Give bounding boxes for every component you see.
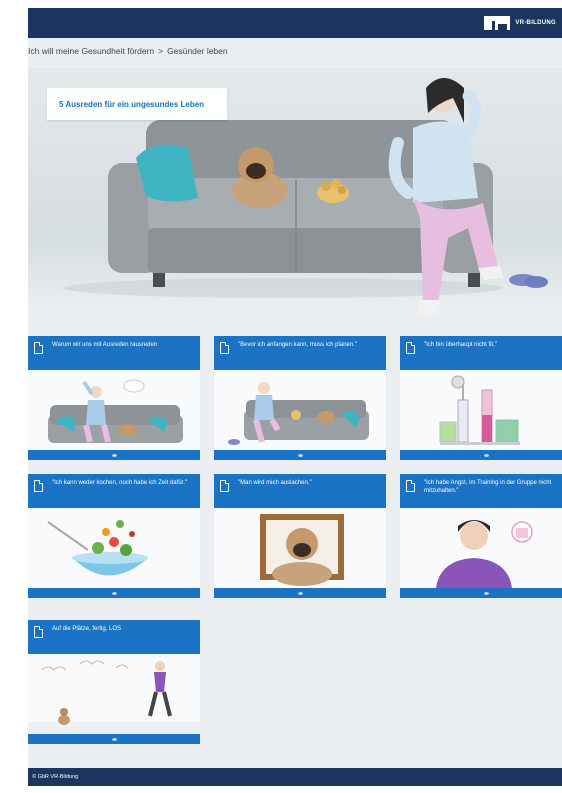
view-icon	[483, 591, 489, 595]
tile-footer	[214, 450, 386, 460]
view-icon	[483, 453, 489, 457]
breadcrumb-current: Gesünder leben	[167, 46, 228, 56]
tile-image	[400, 508, 562, 588]
document-icon	[220, 342, 229, 354]
document-icon	[406, 480, 415, 492]
tile-header: "Ich kann weder kochen, noch habe ich Ze…	[28, 474, 200, 508]
tile-image	[214, 508, 386, 588]
breadcrumb-link-gesundheit[interactable]: Ich will meine Gesundheit fördern	[28, 46, 154, 56]
document-icon	[406, 342, 415, 354]
document-icon	[34, 342, 43, 354]
tile-nicht-fit[interactable]: "Ich bin überhaupt nicht fit."	[400, 336, 562, 460]
tile-footer	[400, 450, 562, 460]
tile-title: Auf die Plätze, fertig, LOS	[52, 626, 122, 632]
vr-bildung-logo[interactable]: VR-BILDUNG	[484, 14, 556, 32]
document-icon	[220, 480, 229, 492]
tile-footer	[28, 734, 200, 744]
tile-footer	[28, 588, 200, 598]
tile-footer	[28, 450, 200, 460]
tile-title: "Ich habe Angst, im Training in der Grup…	[424, 480, 552, 494]
tile-footer	[214, 588, 386, 598]
tile-image	[28, 654, 200, 734]
tile-kochen[interactable]: "Ich kann weder kochen, noch habe ich Ze…	[28, 474, 200, 598]
tile-header: "Ich bin überhaupt nicht fit."	[400, 336, 562, 370]
document-icon	[34, 626, 43, 638]
vr-logo-icon	[484, 16, 511, 30]
tile-header: "Ich habe Angst, im Training in der Grup…	[400, 474, 562, 508]
tile-title: "Ich bin überhaupt nicht fit."	[424, 342, 497, 348]
tile-title: "Bevor ich anfangen kann, muss ich plane…	[238, 342, 357, 348]
view-icon	[297, 453, 303, 457]
tile-image	[400, 370, 562, 450]
view-icon	[111, 591, 117, 595]
tile-header: Auf die Plätze, fertig, LOS	[28, 620, 200, 654]
view-icon	[111, 737, 117, 741]
tile-image	[28, 508, 200, 588]
tile-angst[interactable]: "Ich habe Angst, im Training in der Grup…	[400, 474, 562, 598]
tile-header: "Man wird mich auslachen."	[214, 474, 386, 508]
hero-banner[interactable]: 5 Ausreden für ein ungesundes Leben	[28, 68, 562, 316]
view-icon	[297, 591, 303, 595]
tile-footer	[400, 588, 562, 598]
hero-title-box: 5 Ausreden für ein ungesundes Leben	[47, 88, 227, 120]
hero-title: 5 Ausreden für ein ungesundes Leben	[59, 99, 205, 109]
top-bar: VR-BILDUNG	[28, 8, 562, 38]
logo-text: VR-BILDUNG	[515, 20, 556, 26]
footer: © GbR VR-Bildung	[28, 768, 562, 786]
view-icon	[111, 453, 117, 457]
tile-planen[interactable]: "Bevor ich anfangen kann, muss ich plane…	[214, 336, 386, 460]
tile-header: "Bevor ich anfangen kann, muss ich plane…	[214, 336, 386, 370]
tile-title: "Man wird mich auslachen."	[238, 480, 312, 486]
tile-los[interactable]: Auf die Plätze, fertig, LOS	[28, 620, 200, 744]
tile-title: "Ich kann weder kochen, noch habe ich Ze…	[52, 480, 188, 486]
footer-copyright: © GbR VR-Bildung	[32, 774, 79, 780]
tile-title: Warum wir uns mit Ausreden rausreden	[52, 342, 158, 348]
tile-image	[28, 370, 200, 450]
breadcrumb: Ich will meine Gesundheit fördern > Gesü…	[28, 46, 228, 56]
tile-image	[214, 370, 386, 450]
page: VR-BILDUNG Ich will meine Gesundheit för…	[28, 8, 562, 786]
tile-auslachen[interactable]: "Man wird mich auslachen."	[214, 474, 386, 598]
tile-header: Warum wir uns mit Ausreden rausreden	[28, 336, 200, 370]
document-icon	[34, 480, 43, 492]
tile-ausreden[interactable]: Warum wir uns mit Ausreden rausreden	[28, 336, 200, 460]
breadcrumb-separator: >	[158, 46, 164, 56]
